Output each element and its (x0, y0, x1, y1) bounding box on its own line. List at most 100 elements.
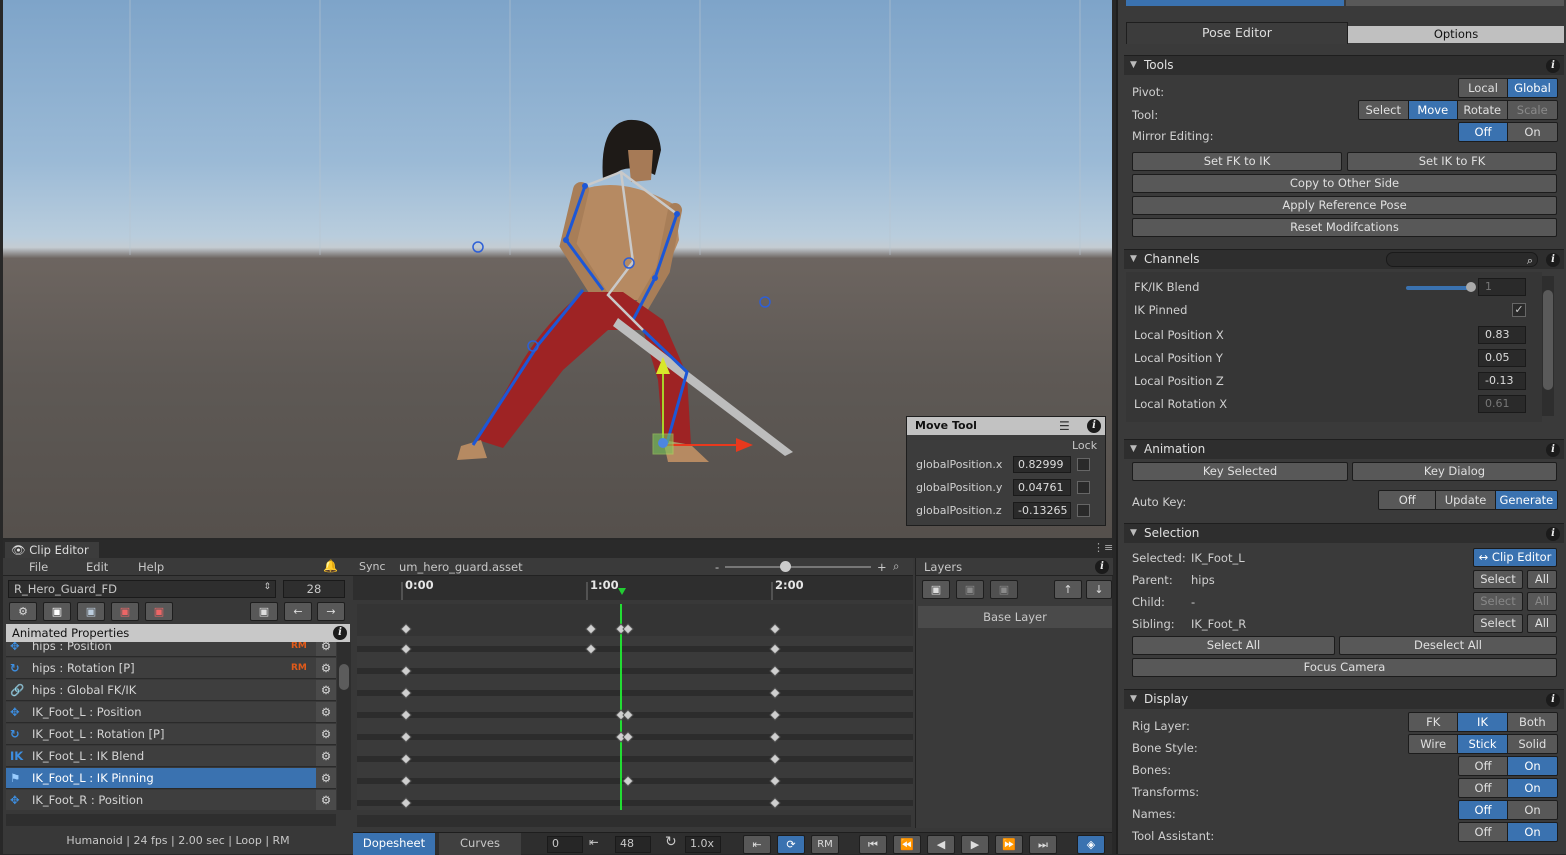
delete-clip-icon[interactable]: ▣ (111, 602, 139, 621)
bones-toggle[interactable]: Off On (1458, 756, 1558, 776)
menu-edit[interactable]: Edit (86, 560, 108, 574)
ik-pinned-checkbox[interactable]: ✓ (1512, 303, 1526, 317)
display-section-header[interactable]: ▼ Display i (1124, 689, 1564, 709)
transforms-toggle[interactable]: Off On (1458, 778, 1558, 798)
go-start-icon[interactable]: ⇤ (743, 835, 771, 854)
list-item[interactable]: ✥ IK_Foot_R : Position ⚙ (6, 790, 336, 810)
bones-on[interactable]: On (1508, 757, 1557, 775)
info-icon[interactable]: i (1546, 527, 1560, 541)
key-dialog-button[interactable]: Key Dialog (1352, 462, 1557, 481)
top-tab-active[interactable] (1126, 0, 1344, 6)
base-layer-item[interactable]: Base Layer (918, 606, 1112, 628)
rig-layer-ik[interactable]: IK (1458, 713, 1508, 731)
select-child-all-button[interactable]: All (1527, 592, 1557, 611)
bone-style-solid[interactable]: Solid (1507, 735, 1557, 753)
gear-icon[interactable]: ⚙ (316, 746, 336, 766)
add-property-icon[interactable]: ▣ (250, 602, 278, 621)
key-selected-button[interactable]: Key Selected (1132, 462, 1348, 481)
top-tab-inactive[interactable] (1346, 0, 1564, 6)
copy-other-side-button[interactable]: Copy to Other Side (1132, 174, 1557, 193)
last-frame-icon[interactable]: ⏭ (1029, 835, 1057, 854)
mirror-toggle[interactable]: Off On (1458, 122, 1558, 142)
gear-icon[interactable]: ⚙ (316, 680, 336, 700)
pivot-toggle[interactable]: Local Global (1458, 78, 1558, 98)
rm-button[interactable]: RM (811, 835, 839, 854)
zoom-slider[interactable] (725, 566, 871, 568)
settings-icon[interactable]: ⚙ (9, 602, 37, 621)
select-sibling-all-button[interactable]: All (1527, 614, 1557, 633)
local-position-y-input[interactable]: 0.05 (1478, 349, 1526, 367)
fkik-blend-slider[interactable] (1406, 286, 1471, 290)
tab-pose-editor[interactable]: Pose Editor (1126, 22, 1348, 44)
layers-icon[interactable]: ◈ (1077, 835, 1105, 854)
delete-layer-icon[interactable]: ▣ (956, 580, 984, 599)
frame-input[interactable]: 28 (283, 580, 345, 598)
tab-dopesheet[interactable]: Dopesheet (353, 833, 435, 855)
remove-clip-icon[interactable]: ▣ (145, 602, 173, 621)
select-parent-button[interactable]: Select (1473, 570, 1523, 589)
play-icon[interactable]: ▶ (961, 835, 989, 854)
lock-z-checkbox[interactable] (1077, 504, 1090, 517)
animation-section-header[interactable]: ▼ Animation i (1124, 439, 1564, 459)
tool-assistant-toggle[interactable]: Off On (1458, 822, 1558, 842)
channels-section-header[interactable]: ▼ Channels ⌕ i (1124, 249, 1564, 269)
end-frame-input[interactable]: 48 (615, 836, 651, 853)
auto-key-off[interactable]: Off (1379, 491, 1437, 509)
tab-menu-icon[interactable]: ⋮≡ (1093, 541, 1113, 554)
bones-off[interactable]: Off (1459, 757, 1509, 775)
tab-clip-editor[interactable]: 👁 Clip Editor (5, 542, 99, 558)
bone-style-toggle[interactable]: Wire Stick Solid (1408, 734, 1558, 754)
local-position-x-input[interactable]: 0.83 (1478, 326, 1526, 344)
fkik-blend-input[interactable]: 1 (1478, 278, 1526, 296)
tools-section-header[interactable]: ▼ Tools i (1124, 55, 1564, 75)
bone-style-stick[interactable]: Stick (1458, 735, 1508, 753)
rig-layer-fk[interactable]: FK (1409, 713, 1459, 731)
mirror-off[interactable]: Off (1459, 123, 1509, 141)
set-fk-to-ik-button[interactable]: Set FK to IK (1132, 152, 1342, 171)
menu-icon[interactable]: ☰ (1059, 419, 1070, 433)
list-item[interactable]: ✥ hips : Position RM ⚙ (6, 642, 336, 657)
rig-layer-both[interactable]: Both (1507, 713, 1557, 731)
apply-reference-pose-button[interactable]: Apply Reference Pose (1132, 196, 1557, 215)
info-icon[interactable]: i (1546, 443, 1560, 457)
transforms-on[interactable]: On (1508, 779, 1557, 797)
info-icon[interactable]: i (1087, 419, 1101, 433)
prev-key-icon[interactable]: ⏪ (893, 835, 921, 854)
timeline-scrollbar[interactable] (357, 815, 911, 827)
names-toggle[interactable]: Off On (1458, 800, 1558, 820)
next-key-icon[interactable]: ⏩ (995, 835, 1023, 854)
channels-search-input[interactable]: ⌕ (1386, 252, 1538, 267)
add-layer-icon[interactable]: ▣ (922, 580, 950, 599)
remove-layer-icon[interactable]: ▣ (990, 580, 1018, 599)
arrow-left-icon[interactable]: ← (284, 602, 312, 621)
names-on[interactable]: On (1508, 801, 1557, 819)
global-position-z-input[interactable]: -0.13265 (1013, 502, 1071, 519)
first-frame-icon[interactable]: ⏮ (859, 835, 887, 854)
menu-help[interactable]: Help (138, 560, 164, 574)
reset-modifications-button[interactable]: Reset Modifcations (1132, 218, 1557, 237)
info-icon[interactable]: i (1546, 253, 1560, 267)
gear-icon[interactable]: ⚙ (316, 642, 336, 656)
lock-x-checkbox[interactable] (1077, 458, 1090, 471)
layer-up-icon[interactable]: ↑ (1054, 580, 1082, 599)
loop-icon[interactable]: ⟳ (777, 835, 805, 854)
bone-style-wire[interactable]: Wire (1409, 735, 1459, 753)
mirror-on[interactable]: On (1508, 123, 1557, 141)
fkik-blend-slider-thumb[interactable] (1466, 282, 1476, 292)
auto-key-toggle[interactable]: Off Update Generate (1378, 490, 1558, 510)
gear-icon[interactable]: ⚙ (316, 724, 336, 744)
selection-section-header[interactable]: ▼ Selection i (1124, 523, 1564, 543)
select-sibling-button[interactable]: Select (1473, 614, 1523, 633)
dopesheet-grid[interactable] (357, 604, 913, 810)
clip-editor-button[interactable]: ↔ Clip Editor (1473, 548, 1557, 567)
timeline-ruler[interactable]: 0:00 1:00 2:00 (353, 576, 913, 600)
start-frame-input[interactable]: 0 (547, 836, 583, 853)
lock-y-checkbox[interactable] (1077, 481, 1090, 494)
arrow-right-icon[interactable]: → (317, 602, 345, 621)
clip-select[interactable]: R_Hero_Guard_FD ⇕ (8, 580, 276, 598)
horizontal-scrollbar[interactable] (6, 814, 336, 826)
speed-input[interactable]: 1.0x (685, 836, 721, 853)
menu-file[interactable]: File (29, 560, 48, 574)
gear-icon[interactable]: ⚙ (316, 658, 336, 678)
tool-assistant-on[interactable]: On (1508, 823, 1557, 841)
